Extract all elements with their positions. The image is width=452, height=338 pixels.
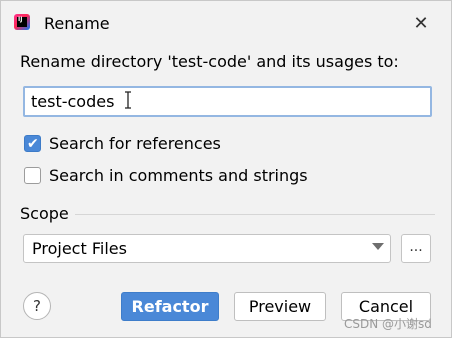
rename-prompt-label: Rename directory 'test-code' and its usa… — [20, 52, 399, 71]
scope-browse-button[interactable]: ... — [401, 234, 431, 263]
help-button[interactable]: ? — [23, 292, 51, 320]
new-name-input[interactable] — [23, 86, 432, 117]
watermark: CSDN @小谢sd — [344, 317, 432, 331]
search-comments-label[interactable]: Search in comments and strings — [49, 166, 308, 186]
close-icon[interactable]: ✕ — [411, 14, 431, 34]
title-bar[interactable]: IJ Rename ✕ — [1, 1, 451, 45]
search-references-label[interactable]: Search for references — [49, 134, 221, 154]
scope-label: Scope — [20, 204, 69, 223]
intellij-idea-icon: IJ — [14, 14, 30, 30]
chevron-down-icon — [372, 243, 384, 250]
rename-dialog: IJ Rename ✕ Rename directory 'test-code'… — [0, 0, 452, 338]
scope-select-value: Project Files — [32, 239, 127, 258]
scope-divider — [75, 214, 435, 215]
search-references-checkbox[interactable]: ✔ — [24, 135, 41, 152]
checkmark-icon: ✔ — [27, 136, 39, 152]
refactor-button[interactable]: Refactor — [121, 292, 219, 321]
dialog-title: Rename — [44, 14, 110, 33]
search-comments-checkbox[interactable] — [24, 167, 41, 184]
scope-select[interactable]: Project Files — [23, 234, 391, 263]
preview-button[interactable]: Preview — [234, 292, 326, 321]
text-cursor-icon — [125, 91, 131, 109]
